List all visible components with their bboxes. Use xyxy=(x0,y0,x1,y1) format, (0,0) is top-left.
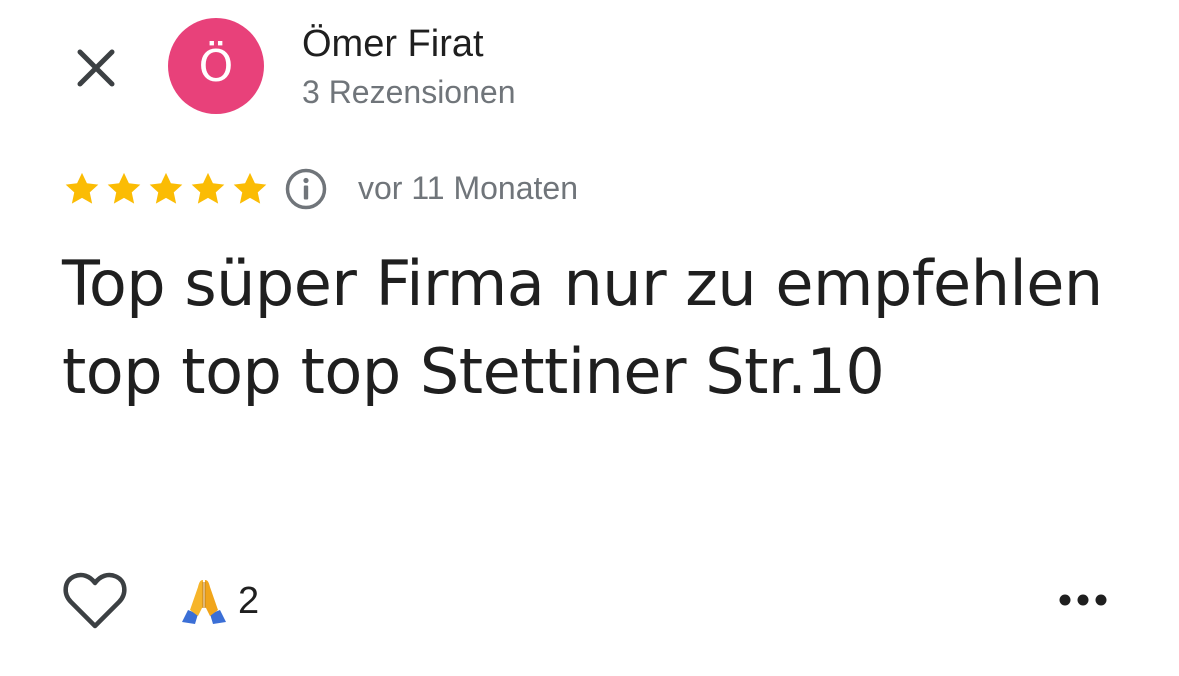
star-icon xyxy=(149,172,183,204)
author-name[interactable]: Ömer Firat xyxy=(302,22,484,66)
info-icon[interactable] xyxy=(284,167,328,211)
more-horizontal-icon xyxy=(1059,594,1107,606)
more-options-button[interactable] xyxy=(1052,578,1114,622)
folded-hands-emoji-icon xyxy=(182,580,226,624)
review-date: vor 11 Monaten xyxy=(358,170,578,206)
review-count: 3 Rezensionen xyxy=(302,74,516,110)
avatar[interactable]: Ö xyxy=(168,18,264,114)
review-text: Top süper Firma nur zu empfehlen top top… xyxy=(62,247,1103,408)
star-icon xyxy=(65,172,99,204)
heart-outline-icon[interactable] xyxy=(62,570,128,632)
star-rating xyxy=(62,170,270,208)
star-icon xyxy=(191,172,225,204)
avatar-letter: Ö xyxy=(198,40,234,92)
reaction-count: 2 xyxy=(238,580,260,622)
close-button[interactable] xyxy=(66,38,126,98)
star-icon xyxy=(107,172,141,204)
reaction-button[interactable]: 2 xyxy=(178,576,259,626)
star-icon xyxy=(233,172,267,204)
close-icon xyxy=(77,49,115,87)
